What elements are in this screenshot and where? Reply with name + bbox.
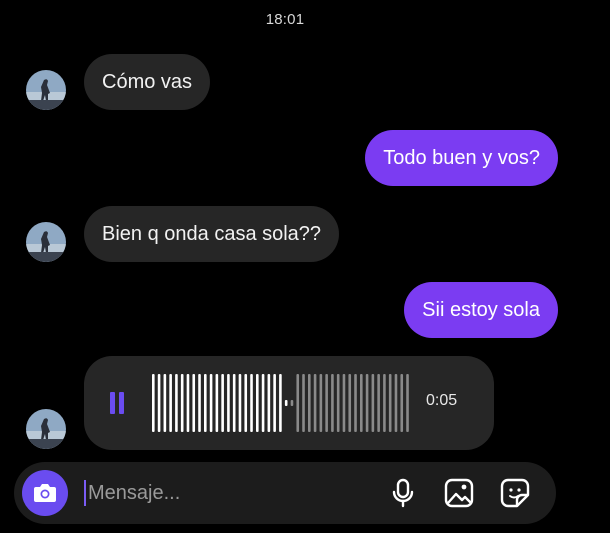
waveform-bar	[394, 374, 398, 432]
waveform-bar	[354, 374, 357, 432]
waveform-bar	[400, 374, 404, 432]
avatar[interactable]	[26, 409, 66, 449]
waveform-bar	[163, 374, 167, 432]
waveform-bar	[250, 374, 253, 432]
waveform-bar	[371, 374, 375, 432]
waveform-bar	[284, 400, 288, 406]
microphone-icon[interactable]	[386, 476, 420, 510]
waveform-bar	[175, 374, 178, 432]
waveform-bar	[232, 374, 236, 432]
voice-message[interactable]: 0:05	[84, 356, 494, 450]
message-bubble-incoming[interactable]: Bien q onda casa sola??	[84, 206, 340, 262]
waveform-bar	[331, 374, 334, 432]
waveform-bar	[383, 374, 386, 432]
waveform-bar	[267, 374, 271, 432]
waveform-bar	[215, 374, 219, 432]
waveform-bar	[227, 374, 230, 432]
message-bubble-incoming[interactable]: Cómo vas	[84, 54, 211, 110]
message-bubble-outgoing[interactable]: Todo buen y vos?	[365, 130, 558, 186]
waveform-bar	[377, 374, 380, 432]
camera-icon	[34, 484, 56, 502]
waveform-bar	[204, 374, 207, 432]
message-composer	[14, 462, 556, 524]
waveform-bar	[348, 374, 352, 432]
message-bubble-outgoing[interactable]: Sii estoy sola	[404, 282, 558, 338]
message-input[interactable]	[88, 478, 348, 508]
waveform-bar	[244, 374, 248, 432]
waveform-bar	[256, 374, 259, 432]
waveform-bar	[273, 374, 276, 432]
waveform-bar	[279, 374, 282, 432]
waveform-bar	[360, 374, 363, 432]
waveform-bar	[406, 374, 409, 432]
waveform-bar	[319, 374, 323, 432]
waveform-bar	[308, 374, 311, 432]
waveform-bar	[365, 374, 369, 432]
waveform-bar	[192, 374, 196, 432]
waveform-bar	[221, 374, 224, 432]
waveform-bar	[302, 374, 305, 432]
avatar[interactable]	[26, 222, 66, 262]
camera-button[interactable]	[22, 470, 68, 516]
waveform-bar	[261, 374, 265, 432]
voice-duration: 0:05	[426, 392, 458, 409]
image-icon[interactable]	[442, 476, 476, 510]
waveform-bar	[290, 400, 294, 406]
waveform-bar	[342, 374, 346, 432]
waveform-bar	[388, 374, 392, 432]
waveform-bar	[313, 374, 317, 432]
waveform-bar	[169, 374, 172, 432]
waveform-bar	[296, 374, 300, 432]
waveform[interactable]	[152, 372, 412, 434]
sticker-icon[interactable]	[498, 476, 532, 510]
timestamp: 18:01	[265, 11, 305, 28]
waveform-bar	[325, 374, 328, 432]
pause-icon[interactable]	[110, 392, 126, 414]
waveform-bar	[238, 374, 242, 432]
waveform-bar	[186, 374, 190, 432]
avatar[interactable]	[26, 70, 66, 110]
waveform-bar	[152, 374, 155, 432]
waveform-bar	[157, 374, 161, 432]
waveform-bar	[198, 374, 201, 432]
text-caret	[84, 480, 86, 506]
waveform-bar	[336, 374, 340, 432]
waveform-bar	[180, 374, 184, 432]
waveform-bar	[209, 374, 213, 432]
